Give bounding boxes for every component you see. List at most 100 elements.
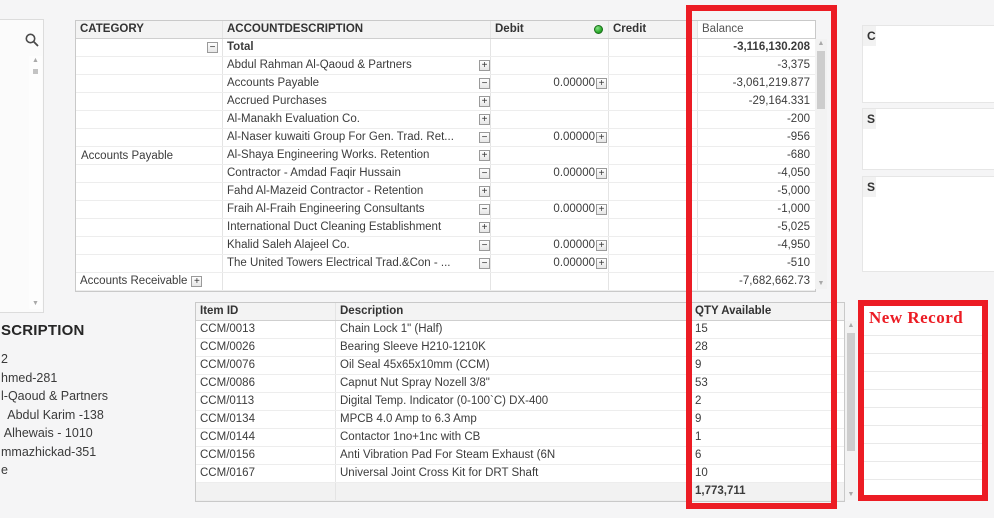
item-row[interactable]: CCM/0113 Digital Temp. Indicator (0-100`… — [196, 393, 844, 411]
account-name: Al-Naser kuwaiti Group For Gen. Trad. Re… — [227, 131, 454, 143]
expand-toggle-icon[interactable]: − — [479, 78, 490, 89]
account-row[interactable]: The United Towers Electrical Trad.&Con -… — [76, 255, 815, 273]
col-header-description[interactable]: Description — [336, 303, 691, 320]
credit-cell — [609, 183, 698, 200]
account-row[interactable]: Al-Manakh Evaluation Co. + -200 — [76, 111, 815, 129]
search-icon[interactable] — [24, 32, 40, 48]
item-qty: 6 — [695, 449, 702, 461]
debit-value: 0.00000 — [553, 131, 595, 143]
expand-plus-icon[interactable]: + — [596, 132, 607, 143]
col-header-debit[interactable]: Debit — [491, 21, 609, 38]
item-row[interactable]: CCM/0026 Bearing Sleeve H210-1210K 28 — [196, 339, 844, 357]
account-row[interactable]: Contractor - Amdad Faqir Hussain − 0.000… — [76, 165, 815, 183]
item-description: Contactor 1no+1nc with CB — [336, 429, 691, 446]
account-row[interactable]: Abdul Rahman Al-Qaoud & Partners + -3,37… — [76, 57, 815, 75]
expand-toggle-icon[interactable]: + — [479, 222, 490, 233]
list-item[interactable]: e — [1, 461, 191, 480]
expand-toggle-icon[interactable]: + — [191, 276, 203, 287]
col-header-accountdescription[interactable]: ACCOUNTDESCRIPTION — [223, 21, 491, 38]
item-description: Chain Lock 1" (Half) — [336, 321, 691, 338]
expand-toggle-icon[interactable]: + — [479, 96, 490, 107]
list-item[interactable]: 2 — [1, 350, 191, 369]
category-cell — [76, 183, 223, 200]
scroll-up-icon[interactable]: ▲ — [818, 39, 825, 49]
item-description: MPCB 4.0 Amp to 6.3 Amp — [336, 411, 691, 428]
scroll-down-icon[interactable]: ▼ — [818, 279, 825, 289]
list-item[interactable]: Alhewais - 1010 — [1, 424, 191, 443]
account-row[interactable]: Accounts Payable − 0.00000 + -3,061,219.… — [76, 75, 815, 93]
item-row[interactable]: CCM/0134 MPCB 4.0 Amp to 6.3 Amp 9 — [196, 411, 844, 429]
scrollbar-thumb[interactable] — [817, 51, 825, 109]
expand-toggle-icon[interactable]: + — [479, 150, 490, 161]
scroll-down-icon[interactable]: ▼ — [848, 490, 855, 500]
item-row[interactable]: CCM/0167 Universal Joint Cross Kit for D… — [196, 465, 844, 483]
list-item[interactable]: l-Qaoud & Partners — [1, 387, 191, 406]
col-header-balance[interactable]: Balance — [698, 21, 815, 38]
item-row[interactable]: CCM/0086 Capnut Nut Spray Nozell 3/8" 53 — [196, 375, 844, 393]
grid-row-accounts-receivable[interactable]: Accounts Receivable + -7,682,662.73 — [76, 273, 815, 291]
new-record-empty-rows[interactable] — [862, 302, 984, 498]
item-qty: 9 — [695, 359, 702, 371]
item-row[interactable]: CCM/0144 Contactor 1no+1nc with CB 1 — [196, 429, 844, 447]
expand-toggle-icon[interactable]: − — [479, 204, 490, 215]
left-panel-scrollbar[interactable]: ▲ ▼ — [29, 56, 42, 309]
item-row[interactable]: CCM/0076 Oil Seal 45x65x10mm (CCM) 9 — [196, 357, 844, 375]
expand-toggle-icon[interactable]: − — [479, 240, 490, 251]
expand-toggle-icon[interactable]: − — [479, 168, 490, 179]
account-row[interactable]: Fahd Al-Mazeid Contractor - Retention + … — [76, 183, 815, 201]
account-row[interactable]: Fraih Al-Fraih Engineering Consultants −… — [76, 201, 815, 219]
account-row[interactable]: Accrued Purchases + -29,164.331 — [76, 93, 815, 111]
expand-toggle-icon[interactable]: + — [479, 60, 490, 71]
list-item[interactable]: mmazhickad-351 — [1, 443, 191, 462]
debit-value: 0.00000 — [553, 203, 595, 215]
account-name: International Duct Cleaning Establishmen… — [227, 221, 442, 233]
scrollbar-thumb[interactable] — [847, 333, 855, 451]
item-qty: 28 — [695, 341, 708, 353]
item-row[interactable]: CCM/0156 Anti Vibration Pad For Steam Ex… — [196, 447, 844, 465]
item-row[interactable]: CCM/0013 Chain Lock 1" (Half) 15 — [196, 321, 844, 339]
balance-value: -1,000 — [777, 203, 810, 215]
grid-row-total[interactable]: − Total -3,116,130.208 — [76, 39, 815, 57]
balance-value: -3,061,219.877 — [732, 77, 810, 89]
accounts-grid-scrollbar[interactable]: ▲ ▼ — [815, 39, 827, 289]
expand-toggle-icon[interactable]: + — [479, 186, 490, 197]
list-item[interactable]: hmed-281 — [1, 369, 191, 388]
account-row[interactable]: International Duct Cleaning Establishmen… — [76, 219, 815, 237]
col-header-item-id[interactable]: Item ID — [196, 303, 336, 320]
item-qty: 2 — [695, 395, 702, 407]
expand-plus-icon[interactable]: + — [596, 258, 607, 269]
scroll-up-icon[interactable]: ▲ — [848, 321, 855, 331]
expand-plus-icon[interactable]: + — [596, 168, 607, 179]
expand-toggle-icon[interactable]: − — [479, 132, 490, 143]
col-header-category[interactable]: CATEGORY — [76, 21, 223, 38]
scroll-up-icon[interactable]: ▲ — [32, 56, 39, 66]
category-cell — [76, 255, 223, 272]
scrollbar-thumb[interactable] — [33, 69, 38, 74]
account-row[interactable]: Al-Naser kuwaiti Group For Gen. Trad. Re… — [76, 129, 815, 147]
panel-header-label: S — [867, 112, 876, 126]
account-row[interactable]: Al-Shaya Engineering Works. Retention + … — [76, 147, 815, 165]
col-header-credit[interactable]: Credit — [609, 21, 698, 38]
expand-plus-icon[interactable]: + — [596, 240, 607, 251]
expand-plus-icon[interactable]: + — [596, 204, 607, 215]
collapse-icon[interactable]: − — [207, 42, 218, 53]
scroll-down-icon[interactable]: ▼ — [32, 299, 39, 309]
balance-value: -3,375 — [777, 59, 810, 71]
credit-cell — [609, 201, 698, 218]
item-id: CCM/0026 — [196, 339, 336, 356]
col-header-qty-available[interactable]: QTY Available — [691, 303, 844, 320]
account-row[interactable]: Khalid Saleh Alajeel Co. − 0.00000 + -4,… — [76, 237, 815, 255]
debit-value: 0.00000 — [553, 77, 595, 89]
credit-cell — [609, 75, 698, 92]
balance-value: -29,164.331 — [748, 95, 810, 107]
items-total-row: 1,773,711 — [196, 483, 844, 501]
list-item[interactable]: Abdul Karim -138 — [1, 406, 191, 425]
expand-toggle-icon[interactable]: − — [479, 258, 490, 269]
account-name: Accounts Payable — [227, 77, 320, 89]
items-grid-scrollbar[interactable]: ▲ ▼ — [845, 321, 857, 500]
expand-toggle-icon[interactable]: + — [479, 114, 490, 125]
item-qty: 1 — [695, 431, 702, 443]
expand-plus-icon[interactable]: + — [596, 78, 607, 89]
account-name: Accrued Purchases — [227, 95, 327, 107]
item-id: CCM/0156 — [196, 447, 336, 464]
